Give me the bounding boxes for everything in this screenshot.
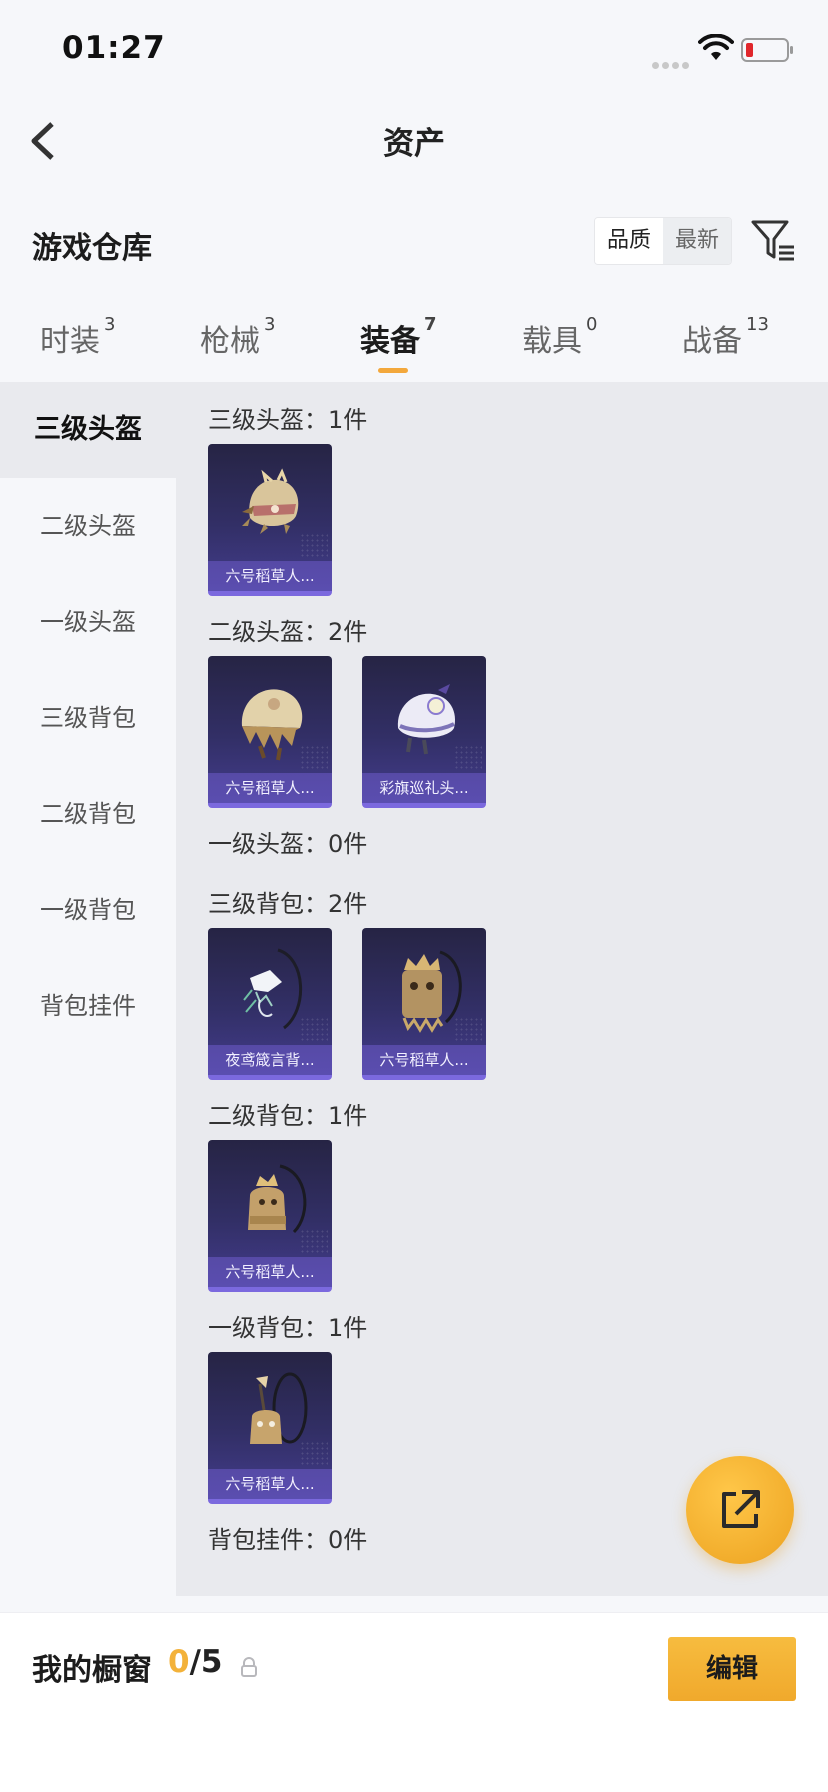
tab-count: 3 — [104, 314, 116, 335]
external-link-icon — [722, 1490, 760, 1528]
wifi-icon — [698, 34, 734, 60]
sidebar-item-level2-backpack[interactable]: 二级背包 — [0, 766, 176, 862]
showcase-current: 0 — [168, 1644, 190, 1680]
warehouse-title: 游戏仓库 — [32, 231, 152, 266]
showcase-label: 我的橱窗 — [32, 1653, 152, 1688]
card-pattern — [300, 745, 328, 769]
sidebar-item-level1-helmet[interactable]: 一级头盔 — [0, 574, 176, 670]
item-name: 六号稻草人... — [362, 1045, 486, 1075]
card-pattern — [300, 1229, 328, 1253]
tab-count: 7 — [424, 314, 437, 335]
active-tab-indicator — [378, 368, 408, 373]
item-card[interactable]: 彩旗巡礼头... — [362, 656, 486, 808]
sidebar-item-level3-backpack[interactable]: 三级背包 — [0, 670, 176, 766]
nav-bar: 资产 — [0, 100, 828, 180]
sort-newest-button[interactable]: 最新 — [663, 218, 731, 264]
card-pattern — [454, 1017, 482, 1041]
sidebar-item-level3-helmet[interactable]: 三级头盔 — [0, 382, 176, 478]
item-name: 六号稻草人... — [208, 1469, 332, 1499]
group-title: 一级背包：1件 — [208, 1314, 368, 1342]
status-time: 01:27 — [62, 30, 166, 66]
item-name: 六号稻草人... — [208, 1257, 332, 1287]
item-card[interactable]: 六号稻草人... — [208, 444, 332, 596]
group-title: 三级头盔：1件 — [208, 406, 368, 434]
card-pattern — [300, 1017, 328, 1041]
tab-count: 13 — [746, 314, 769, 335]
showcase-count: 0/5 — [168, 1644, 222, 1680]
tab-supplies[interactable]: 战备 13 — [682, 314, 769, 360]
sort-toggle: 品质 最新 — [594, 217, 732, 265]
item-card[interactable]: 六号稻草人... — [208, 656, 332, 808]
share-button[interactable] — [686, 1456, 794, 1564]
tab-count: 3 — [264, 314, 276, 335]
group-title: 三级背包：2件 — [208, 890, 368, 918]
card-pattern — [300, 533, 328, 557]
lock-icon — [241, 1657, 257, 1677]
sort-quality-button[interactable]: 品质 — [595, 218, 663, 264]
item-card[interactable]: 六号稻草人... — [208, 1352, 332, 1504]
category-tabs: 时装 3 枪械 3 装备 7 载具 0 战备 13 — [0, 300, 828, 380]
warehouse-header: 游戏仓库 品质 最新 — [0, 215, 828, 275]
card-pattern — [300, 1441, 328, 1465]
sidebar-item-backpack-charm[interactable]: 背包挂件 — [0, 958, 176, 1054]
group-title: 一级头盔：0件 — [208, 830, 368, 858]
tab-label: 时装 — [40, 324, 100, 359]
item-name: 彩旗巡礼头... — [362, 773, 486, 803]
item-card[interactable]: 六号稻草人... — [208, 1140, 332, 1292]
page-title: 资产 — [383, 126, 445, 162]
showcase-bar: 我的橱窗 0/5 编辑 — [0, 1612, 828, 1792]
tab-firearms[interactable]: 枪械 3 — [200, 314, 276, 360]
sidebar-item-level2-helmet[interactable]: 二级头盔 — [0, 478, 176, 574]
tab-label: 枪械 — [200, 324, 260, 359]
status-bar: 01:27 — [0, 0, 828, 100]
item-name: 六号稻草人... — [208, 561, 332, 591]
item-name: 六号稻草人... — [208, 773, 332, 803]
tab-label: 装备 — [360, 324, 420, 359]
tab-vehicles[interactable]: 载具 0 — [522, 314, 598, 360]
tab-equipment[interactable]: 装备 7 — [360, 314, 437, 360]
signal-icon — [652, 54, 692, 73]
sidebar-item-level1-backpack[interactable]: 一级背包 — [0, 862, 176, 958]
sidebar: 三级头盔 二级头盔 一级头盔 三级背包 二级背包 一级背包 背包挂件 — [0, 382, 176, 1596]
battery-icon — [741, 38, 793, 62]
item-card[interactable]: 夜鸢箴言背... — [208, 928, 332, 1080]
tab-fashion[interactable]: 时装 3 — [40, 314, 116, 360]
card-pattern — [454, 745, 482, 769]
item-card[interactable]: 六号稻草人... — [362, 928, 486, 1080]
edit-button[interactable]: 编辑 — [668, 1637, 796, 1701]
tab-count: 0 — [586, 314, 598, 335]
tab-label: 战备 — [682, 324, 742, 359]
group-title: 背包挂件：0件 — [208, 1526, 368, 1554]
item-list: 三级头盔：1件 六号稻草人... 二级头盔：2件 六号稻草人... 彩旗巡礼头.… — [176, 382, 828, 1596]
group-title: 二级头盔：2件 — [208, 618, 368, 646]
showcase-total: /5 — [189, 1644, 223, 1680]
item-name: 夜鸢箴言背... — [208, 1045, 332, 1075]
group-title: 二级背包：1件 — [208, 1102, 368, 1130]
filter-icon[interactable] — [750, 217, 796, 263]
tab-label: 载具 — [522, 324, 582, 359]
